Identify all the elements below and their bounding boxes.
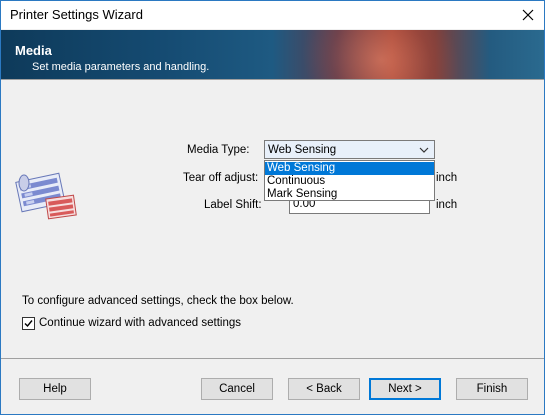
page-subtitle: Set media parameters and handling.	[32, 61, 210, 73]
advanced-checkbox[interactable]	[22, 317, 35, 330]
help-button[interactable]: Help	[19, 378, 91, 400]
label-roll-icon	[15, 172, 77, 220]
checkmark-icon	[24, 320, 33, 328]
label-shift-unit: inch	[436, 199, 458, 211]
option-mark-sensing[interactable]: Mark Sensing	[265, 188, 434, 201]
tear-off-unit: inch	[436, 172, 458, 184]
advanced-hint: To configure advanced settings, check th…	[22, 295, 294, 307]
back-button[interactable]: < Back	[288, 378, 360, 400]
media-type-value: Web Sensing	[268, 144, 337, 156]
header-banner: Media Set media parameters and handling.	[1, 30, 544, 79]
footer-divider	[1, 358, 544, 359]
wizard-window: Printer Settings Wizard Media Set media …	[0, 0, 545, 415]
chevron-down-icon	[419, 147, 429, 153]
label-shift-label: Label Shift:	[204, 199, 262, 211]
title-bar: Printer Settings Wizard	[1, 1, 544, 29]
tear-off-label: Tear off adjust:	[183, 172, 259, 184]
banner-decoration	[281, 30, 481, 79]
media-type-dropdown[interactable]: Web Sensing	[264, 140, 435, 159]
banner-divider	[1, 79, 544, 80]
media-type-label: Media Type:	[187, 144, 250, 156]
next-button[interactable]: Next >	[369, 378, 441, 400]
option-continuous[interactable]: Continuous	[265, 175, 434, 188]
close-button[interactable]	[512, 1, 544, 29]
cancel-button[interactable]: Cancel	[201, 378, 273, 400]
media-type-options-list[interactable]: Web Sensing Continuous Mark Sensing	[264, 160, 435, 201]
page-title: Media	[15, 43, 52, 58]
close-icon	[522, 9, 534, 21]
option-web-sensing[interactable]: Web Sensing	[265, 162, 434, 175]
window-title: Printer Settings Wizard	[10, 7, 143, 22]
advanced-checkbox-label[interactable]: Continue wizard with advanced settings	[39, 317, 241, 329]
finish-button[interactable]: Finish	[456, 378, 528, 400]
